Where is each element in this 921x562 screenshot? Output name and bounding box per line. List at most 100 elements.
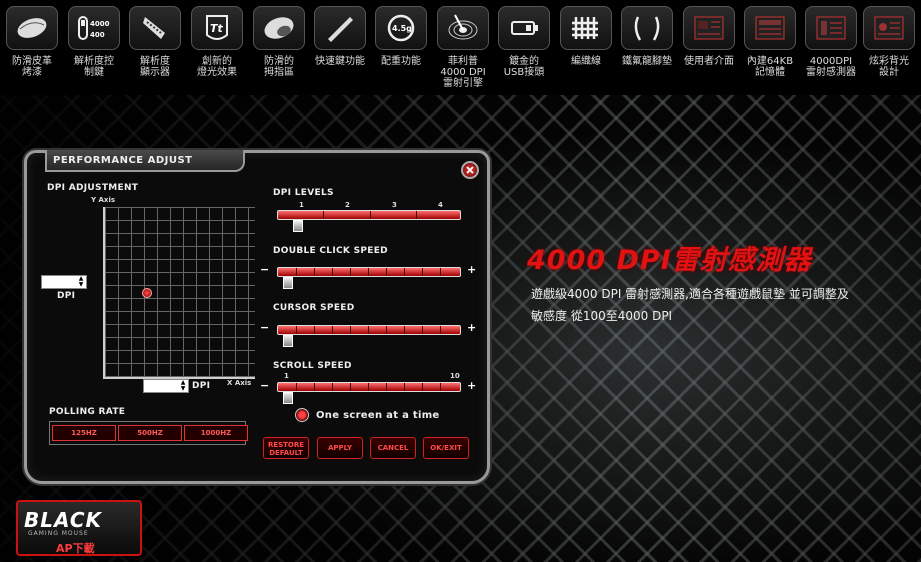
spinner-arrows-icon[interactable]: ▲ ▼ — [77, 276, 85, 288]
scroll-speed-minus[interactable]: − — [260, 379, 269, 392]
feature-user-interface[interactable]: 使用者介面 — [678, 6, 740, 67]
feature-label: 菲利普 4000 DPI 雷射引擎 — [440, 56, 486, 89]
x-dpi-label: DPI — [192, 381, 211, 391]
close-icon — [466, 166, 474, 174]
performance-adjust-panel: PERFORMANCE ADJUST DPI ADJUSTMENT Y Axis… — [24, 150, 490, 484]
dpi-levels-title: DPI LEVELS — [273, 188, 334, 198]
double-click-minus[interactable]: − — [260, 263, 269, 276]
mouse-leather-icon — [6, 6, 58, 50]
y-dpi-label: DPI — [57, 291, 76, 301]
feature-dpi-indicator[interactable]: 解析度 顯示器 — [124, 6, 186, 78]
scroll-speed-tick-min: 1 — [284, 372, 289, 380]
dpi-grid-handle[interactable] — [142, 288, 152, 298]
feature-usb[interactable]: 鍍金的 USB接頭 — [493, 6, 555, 78]
feature-macro[interactable]: 快速鍵功能 — [309, 6, 371, 67]
feature-lighting[interactable]: Tt 創新的 燈光效果 — [186, 6, 248, 78]
scroll-speed-plus[interactable]: + — [467, 379, 476, 392]
cancel-button[interactable]: CANCEL — [370, 437, 416, 459]
dpi-switch-top-text: 4000 — [90, 20, 110, 28]
feature-dpi-switch[interactable]: 4000 400 解析度控 制鍵 — [63, 6, 125, 78]
scroll-speed-title: SCROLL SPEED — [273, 361, 352, 371]
cursor-speed-minus[interactable]: − — [260, 321, 269, 334]
one-screen-radio[interactable] — [295, 408, 309, 422]
feature-label: 內建64KB 記憶體 — [746, 56, 794, 78]
feature-weight[interactable]: 4.5g 配重功能 — [370, 6, 432, 67]
memory-icon — [744, 6, 796, 50]
cursor-speed-knob[interactable] — [283, 335, 293, 347]
dpi-level-tick: 4 — [438, 201, 443, 209]
feature-strip: 防滑皮革 烤漆 4000 400 解析度控 制鍵 解析度 顯示器 Tt 創新的 … — [0, 0, 921, 95]
feature-label: 鍍金的 USB接頭 — [503, 56, 545, 78]
user-interface-icon — [683, 6, 735, 50]
polling-1000hz-button[interactable]: 1000HZ — [184, 425, 248, 441]
sensor-icon — [805, 6, 857, 50]
y-dpi-spinner[interactable]: ▲ ▼ — [41, 275, 87, 289]
logo-download-label: AP下載 — [56, 542, 95, 555]
usb-connector-icon — [498, 6, 550, 50]
panel-title: PERFORMANCE ADJUST — [45, 150, 245, 172]
black-logo-download-button[interactable]: BLACK GAMING MOUSE AP下載 — [16, 500, 142, 556]
x-axis-label: X Axis — [227, 379, 252, 387]
cursor-speed-slider[interactable] — [277, 325, 461, 335]
scroll-speed-slider[interactable] — [277, 382, 461, 392]
polling-500hz-button[interactable]: 500HZ — [118, 425, 182, 441]
double-click-title: DOUBLE CLICK SPEED — [273, 246, 388, 256]
cursor-speed-plus[interactable]: + — [467, 321, 476, 334]
feature-label: 使用者介面 — [684, 56, 734, 67]
feature-label: 快速鍵功能 — [315, 56, 365, 67]
dpi-level-tick: 1 — [299, 201, 304, 209]
scroll-speed-tick-max: 10 — [450, 372, 460, 380]
feature-grip[interactable]: 防滑的 拇指區 — [248, 6, 310, 78]
dpi-adjustment-title: DPI ADJUSTMENT — [47, 183, 139, 193]
apply-button[interactable]: APPLY — [317, 437, 363, 459]
scroll-speed-knob[interactable] — [283, 392, 293, 404]
spinner-arrows-icon[interactable]: ▲ ▼ — [179, 380, 187, 392]
double-click-knob[interactable] — [283, 277, 293, 289]
logo-brand: BLACK — [24, 508, 103, 532]
feature-label: 創新的 燈光效果 — [197, 56, 237, 78]
feature-label: 防滑的 拇指區 — [264, 56, 294, 78]
braided-cable-icon — [560, 6, 612, 50]
feature-sensor[interactable]: 4000DPI 雷射感測器 — [800, 6, 862, 78]
dpi-level-tick: 2 — [345, 201, 350, 209]
panel-close-button[interactable] — [461, 161, 479, 179]
feature-leather[interactable]: 防滑皮革 烤漆 — [1, 6, 63, 78]
feature-label: 編織線 — [571, 56, 601, 67]
feature-label: 解析度控 制鍵 — [74, 56, 114, 78]
teflon-feet-icon — [621, 6, 673, 50]
grip-icon — [253, 6, 305, 50]
dpi-level-tick: 3 — [392, 201, 397, 209]
dpi-switch-bottom-text: 400 — [90, 31, 105, 39]
x-dpi-spinner[interactable]: ▲ ▼ — [143, 379, 189, 393]
feature-label: 配重功能 — [381, 56, 421, 67]
feature-braided-cable[interactable]: 編織線 — [555, 6, 617, 67]
double-click-plus[interactable]: + — [467, 263, 476, 276]
feature-memory[interactable]: 內建64KB 記憶體 — [739, 6, 801, 78]
feature-label: 炫彩背光 設計 — [869, 56, 909, 78]
double-click-slider[interactable] — [277, 267, 461, 277]
feature-label: 解析度 顯示器 — [140, 56, 170, 78]
feature-backlight[interactable]: 炫彩背光 設計 — [858, 6, 920, 78]
ok-exit-button[interactable]: OK/EXIT — [423, 437, 469, 459]
polling-125hz-button[interactable]: 125HZ — [52, 425, 116, 441]
feature-label: 4000DPI 雷射感測器 — [806, 56, 856, 78]
feature-label: 防滑皮革 烤漆 — [12, 56, 52, 78]
promo-description: 遊戲級4000 DPI 雷射感測器,適合各種遊戲鼠墊 並可調整及 敏感度 從10… — [531, 287, 849, 323]
dpi-levels-slider[interactable] — [277, 210, 461, 220]
laser-engine-icon — [437, 6, 489, 50]
tt-logo-text: Tt — [210, 22, 224, 35]
promo-title: 4000 DPI雷射感測器 — [527, 245, 812, 276]
one-screen-label: One screen at a time — [316, 410, 440, 421]
dpi-switch-icon: 4000 400 — [68, 6, 120, 50]
dpi-levels-knob[interactable] — [293, 220, 303, 232]
feature-laser-engine[interactable]: 菲利普 4000 DPI 雷射引擎 — [432, 6, 494, 89]
feature-teflon-feet[interactable]: 鐵氟龍腳墊 — [616, 6, 678, 67]
dpi-indicator-icon — [129, 6, 181, 50]
macro-key-icon — [314, 6, 366, 50]
restore-default-button[interactable]: RESTORE DEFAULT — [263, 437, 309, 459]
weight-icon: 4.5g — [375, 6, 427, 50]
dpi-xy-grid[interactable] — [103, 207, 255, 379]
polling-rate-title: POLLING RATE — [49, 407, 126, 417]
y-axis-label: Y Axis — [91, 196, 116, 204]
feature-label: 鐵氟龍腳墊 — [622, 56, 672, 67]
